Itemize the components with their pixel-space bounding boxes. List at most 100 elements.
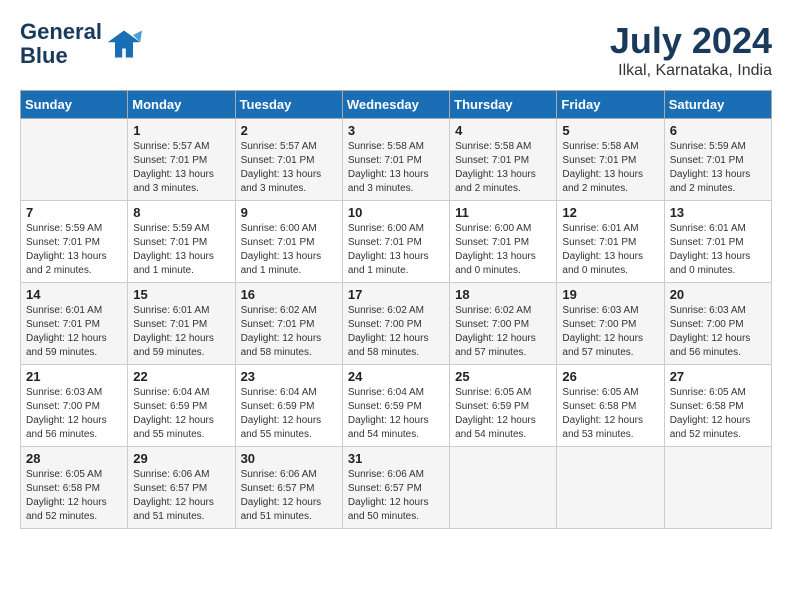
day-info: Sunrise: 6:03 AM Sunset: 7:00 PM Dayligh… [562,304,658,360]
logo: General Blue [20,20,142,68]
day-cell [450,447,557,529]
logo-bird-icon [106,26,142,62]
header-cell-monday: Monday [128,91,235,119]
day-number: 31 [348,451,444,466]
day-number: 24 [348,369,444,384]
day-info: Sunrise: 6:01 AM Sunset: 7:01 PM Dayligh… [670,222,766,278]
day-cell: 10Sunrise: 6:00 AM Sunset: 7:01 PM Dayli… [342,201,449,283]
day-cell: 26 Sunrise: 6:05 AM Sunset: 6:58 PM Dayli… [557,365,664,447]
day-cell: 23Sunrise: 6:04 AM Sunset: 6:59 PM Dayli… [235,365,342,447]
day-cell: 17 Sunrise: 6:02 AM Sunset: 7:00 PM Dayli… [342,283,449,365]
day-cell: 31 Sunrise: 6:06 AM Sunset: 6:57 PM Dayli… [342,447,449,529]
day-info: Sunrise: 6:06 AM Sunset: 6:57 PM Dayligh… [241,468,337,524]
day-cell: 19 Sunrise: 6:03 AM Sunset: 7:00 PM Dayli… [557,283,664,365]
day-cell: 16 Sunrise: 6:02 AM Sunset: 7:01 PM Dayli… [235,283,342,365]
day-cell [557,447,664,529]
day-info: Sunrise: 6:02 AM Sunset: 7:01 PM Dayligh… [241,304,337,360]
logo-text: General Blue [20,20,102,68]
day-info: Sunrise: 6:06 AM Sunset: 6:57 PM Dayligh… [348,468,444,524]
day-cell: 24 Sunrise: 6:04 AM Sunset: 6:59 PM Dayli… [342,365,449,447]
day-cell: 6 Sunrise: 5:59 AM Sunset: 7:01 PM Daylig… [664,119,771,201]
calendar-title: July 2024 [610,20,772,62]
day-info: Sunrise: 6:06 AM Sunset: 6:57 PM Dayligh… [133,468,229,524]
week-row-4: 21Sunrise: 6:03 AM Sunset: 7:00 PM Dayli… [21,365,772,447]
day-number: 27 [670,369,766,384]
day-info: Sunrise: 6:03 AM Sunset: 7:00 PM Dayligh… [670,304,766,360]
day-info: Sunrise: 5:57 AM Sunset: 7:01 PM Dayligh… [133,140,229,196]
day-cell: 9Sunrise: 6:00 AM Sunset: 7:01 PM Daylig… [235,201,342,283]
day-cell: 29 Sunrise: 6:06 AM Sunset: 6:57 PM Dayli… [128,447,235,529]
title-block: July 2024 Ilkal, Karnataka, India [610,20,772,80]
day-info: Sunrise: 6:01 AM Sunset: 7:01 PM Dayligh… [133,304,229,360]
day-number: 7 [26,205,122,220]
header-cell-tuesday: Tuesday [235,91,342,119]
day-info: Sunrise: 6:05 AM Sunset: 6:58 PM Dayligh… [562,386,658,442]
day-number: 2 [241,123,337,138]
calendar-table: SundayMondayTuesdayWednesdayThursdayFrid… [20,90,772,529]
day-number: 20 [670,287,766,302]
header-cell-thursday: Thursday [450,91,557,119]
day-number: 13 [670,205,766,220]
calendar-subtitle: Ilkal, Karnataka, India [610,62,772,80]
header-cell-saturday: Saturday [664,91,771,119]
day-number: 17 [348,287,444,302]
day-info: Sunrise: 5:58 AM Sunset: 7:01 PM Dayligh… [455,140,551,196]
day-number: 26 [562,369,658,384]
day-info: Sunrise: 6:05 AM Sunset: 6:58 PM Dayligh… [670,386,766,442]
day-cell: 30 Sunrise: 6:06 AM Sunset: 6:57 PM Dayli… [235,447,342,529]
day-info: Sunrise: 5:57 AM Sunset: 7:01 PM Dayligh… [241,140,337,196]
day-number: 28 [26,451,122,466]
day-info: Sunrise: 6:00 AM Sunset: 7:01 PM Dayligh… [455,222,551,278]
day-number: 6 [670,123,766,138]
week-row-3: 14 Sunrise: 6:01 AM Sunset: 7:01 PM Dayli… [21,283,772,365]
day-number: 11 [455,205,551,220]
day-number: 25 [455,369,551,384]
day-info: Sunrise: 6:02 AM Sunset: 7:00 PM Dayligh… [348,304,444,360]
week-row-5: 28 Sunrise: 6:05 AM Sunset: 6:58 PM Dayli… [21,447,772,529]
day-cell: 20 Sunrise: 6:03 AM Sunset: 7:00 PM Dayli… [664,283,771,365]
week-row-2: 7 Sunrise: 5:59 AM Sunset: 7:01 PM Daylig… [21,201,772,283]
day-cell [664,447,771,529]
day-cell: 13 Sunrise: 6:01 AM Sunset: 7:01 PM Dayli… [664,201,771,283]
day-cell: 21Sunrise: 6:03 AM Sunset: 7:00 PM Dayli… [21,365,128,447]
day-info: Sunrise: 6:05 AM Sunset: 6:58 PM Dayligh… [26,468,122,524]
day-number: 22 [133,369,229,384]
day-number: 4 [455,123,551,138]
day-cell: 8Sunrise: 5:59 AM Sunset: 7:01 PM Daylig… [128,201,235,283]
day-number: 19 [562,287,658,302]
day-info: Sunrise: 6:04 AM Sunset: 6:59 PM Dayligh… [348,386,444,442]
page-header: General Blue July 2024 Ilkal, Karnataka,… [20,20,772,80]
day-number: 14 [26,287,122,302]
header-cell-sunday: Sunday [21,91,128,119]
day-number: 3 [348,123,444,138]
day-cell: 2 Sunrise: 5:57 AM Sunset: 7:01 PM Daylig… [235,119,342,201]
header-row: SundayMondayTuesdayWednesdayThursdayFrid… [21,91,772,119]
day-number: 21 [26,369,122,384]
header-cell-wednesday: Wednesday [342,91,449,119]
day-cell: 1 Sunrise: 5:57 AM Sunset: 7:01 PM Daylig… [128,119,235,201]
day-number: 10 [348,205,444,220]
day-info: Sunrise: 5:59 AM Sunset: 7:01 PM Dayligh… [26,222,122,278]
day-info: Sunrise: 6:04 AM Sunset: 6:59 PM Dayligh… [133,386,229,442]
day-info: Sunrise: 5:59 AM Sunset: 7:01 PM Dayligh… [670,140,766,196]
day-number: 1 [133,123,229,138]
day-cell: 12Sunrise: 6:01 AM Sunset: 7:01 PM Dayli… [557,201,664,283]
day-info: Sunrise: 6:04 AM Sunset: 6:59 PM Dayligh… [241,386,337,442]
day-cell: 27 Sunrise: 6:05 AM Sunset: 6:58 PM Dayli… [664,365,771,447]
day-info: Sunrise: 5:58 AM Sunset: 7:01 PM Dayligh… [562,140,658,196]
day-cell: 5 Sunrise: 5:58 AM Sunset: 7:01 PM Daylig… [557,119,664,201]
day-number: 29 [133,451,229,466]
day-info: Sunrise: 5:58 AM Sunset: 7:01 PM Dayligh… [348,140,444,196]
day-number: 9 [241,205,337,220]
day-cell: 15Sunrise: 6:01 AM Sunset: 7:01 PM Dayli… [128,283,235,365]
logo-line1: General [20,19,102,44]
day-cell: 11 Sunrise: 6:00 AM Sunset: 7:01 PM Dayli… [450,201,557,283]
day-number: 8 [133,205,229,220]
day-number: 16 [241,287,337,302]
week-row-1: 1 Sunrise: 5:57 AM Sunset: 7:01 PM Daylig… [21,119,772,201]
day-number: 30 [241,451,337,466]
day-cell: 25 Sunrise: 6:05 AM Sunset: 6:59 PM Dayli… [450,365,557,447]
day-info: Sunrise: 6:05 AM Sunset: 6:59 PM Dayligh… [455,386,551,442]
day-cell: 28 Sunrise: 6:05 AM Sunset: 6:58 PM Dayli… [21,447,128,529]
day-number: 5 [562,123,658,138]
